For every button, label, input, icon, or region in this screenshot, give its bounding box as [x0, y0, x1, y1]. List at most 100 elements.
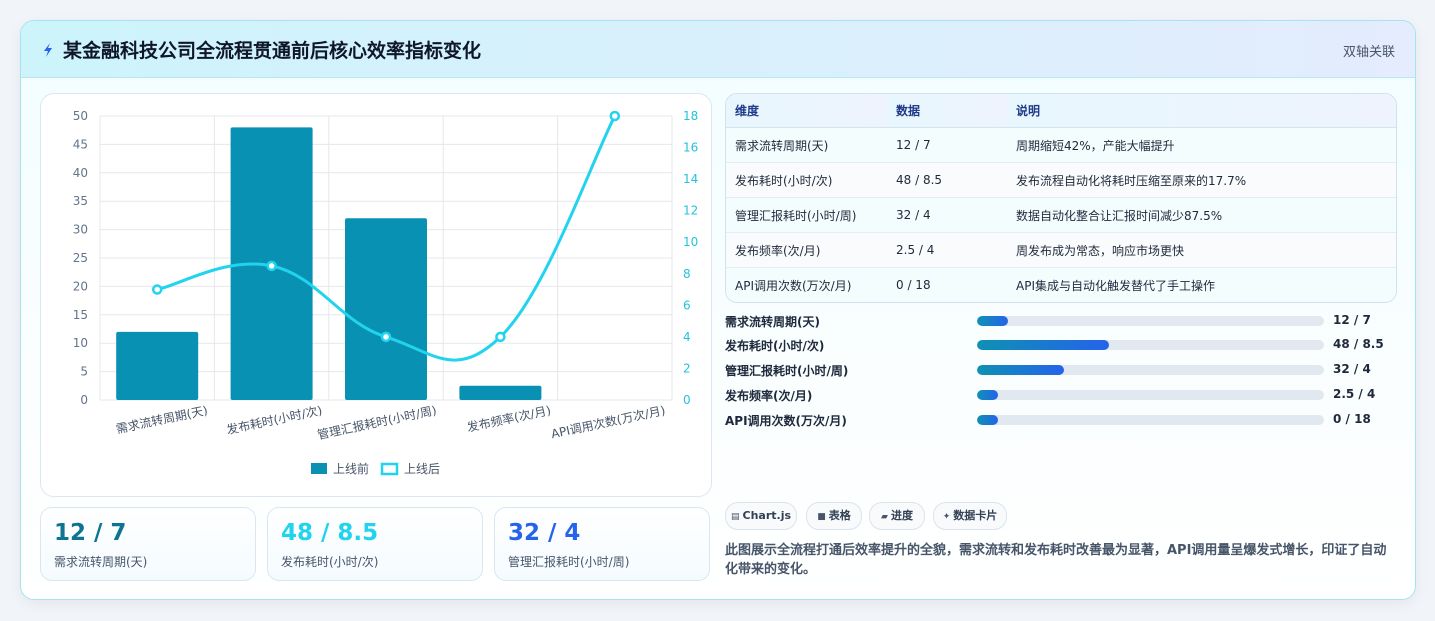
- x-tick-label: 发布耗时(小时/次): [225, 402, 323, 437]
- tag-label: 表格: [828, 509, 851, 522]
- progress-track: [977, 390, 1324, 400]
- progress-value: 0 / 18: [1333, 412, 1371, 426]
- folder-icon: ▰: [881, 512, 888, 522]
- table-cell: 2.5 / 4: [887, 232, 1007, 268]
- table-cell: 需求流转周期(天): [726, 127, 887, 163]
- dashboard-card: 某金融科技公司全流程贯通前后核心效率指标变化 双轴关联 0 5 10 15 20 25 30…: [20, 20, 1416, 600]
- progress-value: 12 / 7: [1333, 313, 1371, 327]
- kpi-label: 发布耗时(小时/次): [281, 555, 379, 569]
- y-left-tick-label: 0: [80, 393, 88, 407]
- kpi-card-release: 48 / 8.5 发布耗时(小时/次): [267, 507, 483, 581]
- table-cell: 12 / 7: [887, 127, 1007, 163]
- kpi-label: 需求流转周期(天): [54, 555, 148, 569]
- table-row: 管理汇报耗时(小时/周) 32 / 4 数据自动化整合让汇报时间减少87.5%: [726, 197, 1396, 233]
- description-text: 此图展示全流程打通后效率提升的全貌，需求流转和发布耗时改善最为显著，API调用量…: [725, 543, 1387, 577]
- table-row: 需求流转周期(天) 12 / 7 周期缩短42%，产能大幅提升: [726, 127, 1396, 163]
- tag-label: Chart.js: [742, 509, 792, 522]
- y-right-tick-label: 4: [683, 330, 691, 344]
- table-row: 发布耗时(小时/次) 48 / 8.5 发布流程自动化将耗时压缩至原来的17.7…: [726, 162, 1396, 198]
- progress-row: 需求流转周期(天) 12 / 7: [725, 311, 1397, 331]
- progress-list: 需求流转周期(天) 12 / 7 发布耗时(小时/次) 48 / 8.5 管理汇…: [725, 311, 1397, 431]
- table-cell: 周发布成为常态，响应市场更快: [1007, 232, 1396, 268]
- y-right-tick-label: 12: [683, 204, 698, 218]
- kpi-card-report: 32 / 4 管理汇报耗时(小时/周): [494, 507, 710, 581]
- lightning-icon: [44, 43, 52, 57]
- column-header-note: 说明: [1007, 94, 1396, 128]
- y-left-tick-label: 40: [73, 166, 88, 180]
- data-table: 维度 数据 说明 需求流转周期(天) 12 / 7 周期缩短42%，产能大幅提升…: [725, 93, 1397, 303]
- progress-value: 32 / 4: [1333, 362, 1371, 376]
- bar: [116, 331, 199, 400]
- progress-fill: [977, 316, 1009, 326]
- chart-panel: 0 5 10 15 20 25 30 35 40 45 50 0 2 4 6 8 10 12 14 16 18 需求流转周…: [40, 93, 712, 497]
- tag-data-card[interactable]: ✦ 数据卡片: [933, 502, 1007, 530]
- table-icon: ■: [817, 512, 826, 522]
- y-left-tick-label: 15: [73, 308, 88, 322]
- y-left-tick-label: 30: [73, 223, 88, 237]
- column-header-dimension: 维度: [726, 94, 887, 128]
- kpi-card-cycle: 12 / 7 需求流转周期(天): [40, 507, 256, 581]
- y-left-tick-label: 5: [80, 365, 88, 379]
- sparkle-icon: ✦: [942, 512, 951, 522]
- progress-value: 2.5 / 4: [1333, 387, 1376, 401]
- tag-progress[interactable]: ▰ 进度: [869, 502, 925, 530]
- line-point: [151, 284, 163, 295]
- page-title: 某金融科技公司全流程贯通前后核心效率指标变化: [63, 40, 482, 62]
- legend-label: 上线后: [404, 462, 440, 476]
- y-right-tick-label: 14: [683, 172, 698, 186]
- y-right-tick-label: 18: [683, 109, 698, 123]
- progress-row: 发布耗时(小时/次) 48 / 8.5: [725, 335, 1397, 355]
- y-left-tick-label: 25: [73, 251, 88, 265]
- table-row: 发布频率(次/月) 2.5 / 4 周发布成为常态，响应市场更快: [726, 232, 1396, 268]
- y-right-tick-label: 2: [683, 361, 691, 375]
- progress-fill: [977, 390, 998, 400]
- x-tick-label: 需求流转周期(天): [115, 402, 209, 436]
- table-cell: 发布流程自动化将耗时压缩至原来的17.7%: [1007, 162, 1396, 198]
- progress-track: [977, 340, 1324, 350]
- table-row: API调用次数(万次/月) 0 / 18 API集成与自动化触发替代了手工操作: [726, 267, 1396, 302]
- y-left-tick-label: 10: [73, 336, 88, 350]
- y-right-tick-label: 10: [683, 235, 698, 249]
- progress-fill: [977, 365, 1064, 375]
- column-header-data: 数据: [887, 94, 1007, 128]
- y-right-tick-label: 6: [683, 298, 691, 312]
- legend-swatch-before: [311, 463, 327, 474]
- y-left-tick-label: 35: [73, 194, 88, 208]
- progress-label: API调用次数(万次/月): [725, 414, 847, 428]
- table-header-row: 维度 数据 说明: [726, 94, 1396, 128]
- kpi-label: 管理汇报耗时(小时/周): [508, 555, 630, 569]
- progress-label: 发布耗时(小时/次): [725, 339, 825, 353]
- table-cell: API集成与自动化触发替代了手工操作: [1007, 267, 1396, 302]
- y-left-tick-label: 45: [73, 137, 88, 151]
- progress-row: 发布频率(次/月) 2.5 / 4: [725, 385, 1397, 405]
- progress-label: 需求流转周期(天): [725, 315, 820, 329]
- progress-label: 发布频率(次/月): [725, 389, 813, 403]
- y-right-tick-label: 8: [683, 267, 691, 281]
- card-header: 某金融科技公司全流程贯通前后核心效率指标变化 双轴关联: [21, 21, 1415, 78]
- tag-table[interactable]: ■ 表格: [806, 502, 862, 530]
- progress-fill: [977, 340, 1109, 350]
- table-cell: 32 / 4: [887, 197, 1007, 233]
- y-left-tick-label: 20: [73, 279, 88, 293]
- x-tick-label: 发布频率(次/月): [466, 402, 553, 434]
- x-tick-label: API调用次数(万次/月): [550, 402, 667, 441]
- table-cell: 发布频率(次/月): [726, 232, 887, 268]
- bar: [459, 385, 542, 400]
- table-cell: 周期缩短42%，产能大幅提升: [1007, 127, 1396, 163]
- table-cell: 数据自动化整合让汇报时间减少87.5%: [1007, 197, 1396, 233]
- progress-track: [977, 415, 1324, 425]
- bar: [345, 218, 427, 400]
- kpi-value: 12 / 7: [54, 520, 127, 546]
- table-cell: API调用次数(万次/月): [726, 267, 887, 302]
- line-point: [609, 110, 621, 122]
- table-cell: 管理汇报耗时(小时/周): [726, 197, 887, 233]
- legend-swatch-after: [380, 462, 399, 476]
- dual-axis-badge[interactable]: 双轴关联: [1343, 41, 1395, 60]
- tag-chartjs[interactable]: ▤ Chart.js: [725, 502, 797, 530]
- tag-label: 数据卡片: [953, 509, 998, 522]
- y-right-tick-label: 0: [683, 393, 691, 407]
- line-point: [380, 331, 392, 343]
- chart-icon: ▤: [730, 512, 740, 522]
- line-point: [495, 331, 506, 343]
- legend-label: 上线前: [333, 461, 369, 476]
